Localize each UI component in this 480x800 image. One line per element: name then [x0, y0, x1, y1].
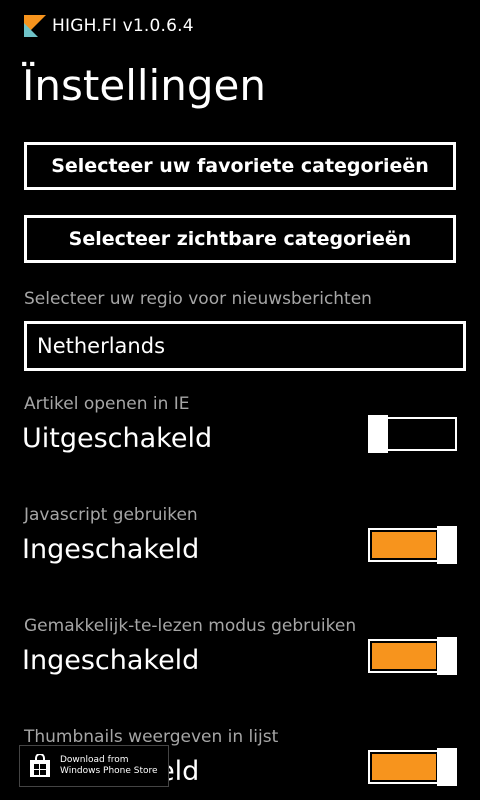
app-header: HIGH.FI v1.0.6.4	[24, 13, 194, 39]
toggle-fill	[372, 532, 436, 558]
toggle-thumb[interactable]	[368, 415, 388, 453]
store-badge-text: Download from Windows Phone Store	[60, 755, 158, 777]
app-title: HIGH.FI v1.0.6.4	[52, 16, 194, 36]
select-favorite-categories-button[interactable]: Selecteer uw favoriete categorieën	[24, 142, 456, 190]
setting-open-in-ie-state: Uitgeschakeld	[22, 423, 213, 454]
select-visible-categories-button[interactable]: Selecteer zichtbare categorieën	[24, 215, 456, 263]
toggle-thumb[interactable]	[437, 748, 457, 786]
region-select[interactable]: Netherlands	[24, 321, 466, 371]
setting-thumbnails-label: Thumbnails weergeven in lijst	[24, 727, 279, 747]
app-logo-icon	[24, 15, 46, 37]
setting-open-in-ie-label: Artikel openen in IE	[24, 394, 190, 414]
region-select-value: Netherlands	[37, 334, 166, 358]
easy-read-toggle[interactable]	[368, 637, 457, 675]
javascript-toggle[interactable]	[368, 526, 457, 564]
windows-phone-store-badge[interactable]: Download from Windows Phone Store	[19, 745, 169, 787]
page-title: Ïnstellingen	[22, 61, 266, 110]
setting-easy-read-state: Ingeschakeld	[22, 645, 200, 676]
region-label: Selecteer uw regio voor nieuwsberichten	[24, 289, 372, 309]
toggle-fill	[372, 643, 436, 669]
setting-javascript-label: Javascript gebruiken	[24, 505, 198, 525]
setting-easy-read-label: Gemakkelijk-te-lezen modus gebruiken	[24, 616, 357, 636]
store-badge-line2: Windows Phone Store	[60, 766, 158, 776]
toggle-thumb[interactable]	[437, 637, 457, 675]
thumbnails-toggle[interactable]	[368, 748, 457, 786]
store-bag-icon	[28, 753, 52, 778]
open-in-ie-toggle[interactable]	[368, 415, 457, 453]
toggle-fill	[372, 754, 436, 780]
store-badge-line1: Download from	[60, 755, 129, 765]
setting-javascript-state: Ingeschakeld	[22, 534, 200, 565]
toggle-thumb[interactable]	[437, 526, 457, 564]
